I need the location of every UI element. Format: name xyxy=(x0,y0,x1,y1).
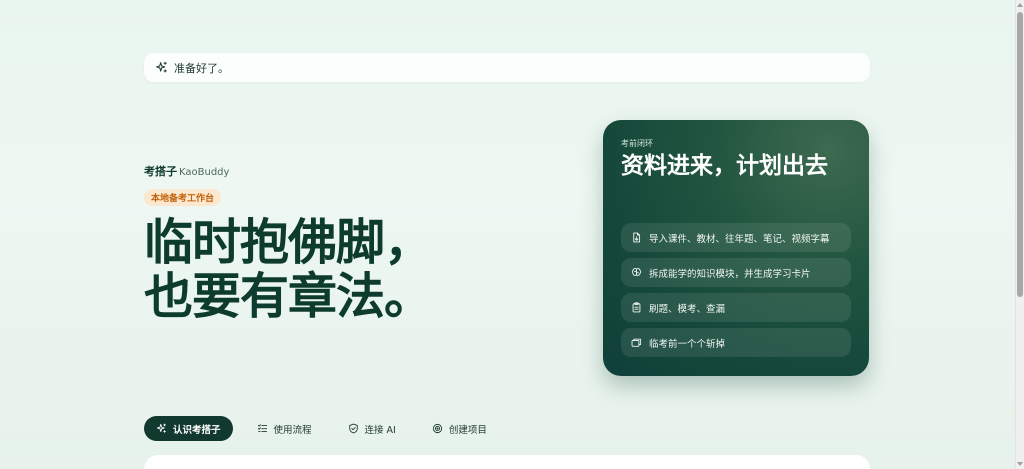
vertical-scrollbar[interactable] xyxy=(1015,0,1024,469)
headline-line-1: 临时抱佛脚， xyxy=(144,214,433,271)
notice-text: 准备好了。 xyxy=(174,61,229,75)
scrollbar-thumb[interactable] xyxy=(1017,12,1023,297)
step-label: 拆成能学的知识模块，并生成学习卡片 xyxy=(649,268,811,280)
target-icon xyxy=(432,423,442,434)
workflow-steps: 导入课件、教材、往年题、笔记、视频字幕 拆成能学的知识模块，并生成学习卡片 刷题… xyxy=(621,223,851,363)
workflow-step-finish: 临考前一个个斩掉 xyxy=(621,328,851,357)
file-import-icon xyxy=(633,232,641,243)
sparkle-icon xyxy=(156,423,166,433)
tab-label: 连接 AI xyxy=(364,424,396,436)
brain-icon xyxy=(631,268,642,276)
shield-check-icon xyxy=(348,423,358,434)
tab-label: 创建项目 xyxy=(448,424,487,436)
step-label: 临考前一个个斩掉 xyxy=(649,338,726,350)
clipboard-icon xyxy=(632,302,641,313)
card-title: 资料进来，计划出去 xyxy=(621,153,828,179)
workflow-step-import: 导入课件、教材、往年题、笔记、视频字幕 xyxy=(621,223,851,252)
tab-connect-ai[interactable]: 连接 AI xyxy=(336,416,408,441)
tab-about[interactable]: 认识考搭子 xyxy=(144,416,233,441)
workflow-card: 考前闭环 资料进来，计划出去 导入课件、教材、往年题、笔记、视频字幕 拆成能学的… xyxy=(603,120,869,376)
tab-create-project[interactable]: 创建项目 xyxy=(420,416,499,441)
tab-label: 认识考搭子 xyxy=(173,424,221,436)
scroll-down-icon[interactable] xyxy=(1017,462,1023,466)
step-label: 导入课件、教材、往年题、笔记、视频字幕 xyxy=(649,233,830,245)
sparkle-icon xyxy=(156,61,167,73)
tab-workflow[interactable]: 使用流程 xyxy=(245,416,324,441)
step-label: 刷题、模考、查漏 xyxy=(649,303,726,315)
status-notice: 准备好了。 xyxy=(144,53,870,82)
brand: 考搭子 KaoBuddy xyxy=(144,163,229,179)
tab-label: 使用流程 xyxy=(273,424,312,436)
headline-line-2: 也要有章法。 xyxy=(144,268,433,325)
hero-headline: 临时抱佛脚， 也要有章法。 xyxy=(144,214,433,325)
brand-name-en: KaoBuddy xyxy=(179,167,230,178)
workflow-step-practice: 刷题、模考、查漏 xyxy=(621,293,851,322)
cards-icon xyxy=(631,338,642,347)
workspace-badge: 本地备考工作台 xyxy=(144,189,222,206)
card-eyebrow: 考前闭环 xyxy=(621,139,653,148)
brand-name-cn: 考搭子 xyxy=(144,165,177,178)
content-panel xyxy=(144,455,870,469)
section-tabs: 认识考搭子 使用流程 连接 AI 创建项目 xyxy=(144,416,499,441)
list-check-icon xyxy=(257,424,267,433)
scroll-up-icon[interactable] xyxy=(1017,3,1023,7)
workflow-step-split: 拆成能学的知识模块，并生成学习卡片 xyxy=(621,258,851,287)
